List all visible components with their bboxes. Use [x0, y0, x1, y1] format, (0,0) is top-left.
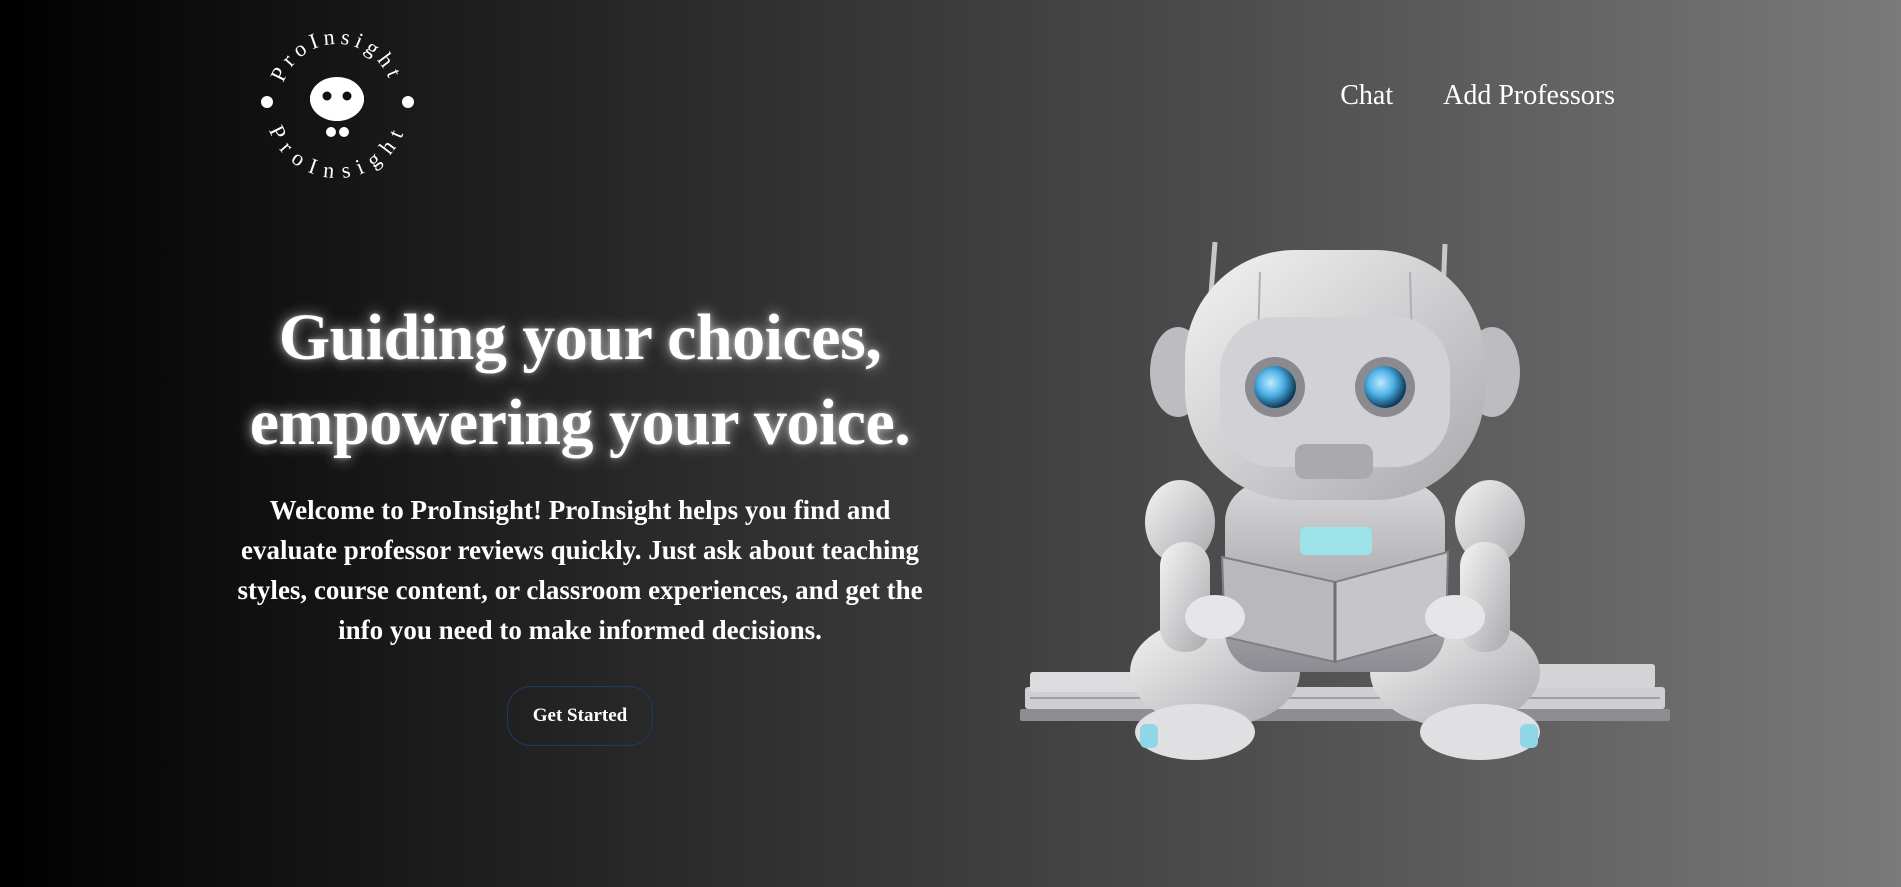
get-started-button[interactable]: Get Started — [506, 686, 654, 746]
book-stack — [1020, 664, 1670, 721]
robot-left-eye — [1254, 366, 1296, 408]
hero-section: Guiding your choices, empowering your vo… — [225, 295, 935, 746]
nav-add-professors[interactable]: Add Professors — [1443, 80, 1615, 112]
robot-right-eye — [1364, 366, 1406, 408]
hero-headline: Guiding your choices, empowering your vo… — [225, 295, 935, 465]
svg-text:ProInsight: ProInsight — [264, 121, 410, 183]
robot-reading-book-illustration — [1000, 232, 1670, 772]
hero-headline-line1: Guiding your choices, — [278, 301, 882, 374]
svg-text:ProInsight: ProInsight — [265, 24, 409, 86]
brand-logo[interactable]: ProInsight ProInsight — [255, 18, 420, 183]
hero-description: Welcome to ProInsight! ProInsight helps … — [237, 495, 923, 645]
logo-text-bottom: ProInsight — [264, 121, 405, 183]
logo-text-top: ProInsight — [265, 24, 404, 86]
robot-head-icon — [310, 77, 364, 137]
nav-chat[interactable]: Chat — [1340, 80, 1393, 112]
hero-headline-line2: empowering your voice. — [249, 386, 911, 459]
main-nav: Chat Add Professors — [1340, 80, 1615, 112]
